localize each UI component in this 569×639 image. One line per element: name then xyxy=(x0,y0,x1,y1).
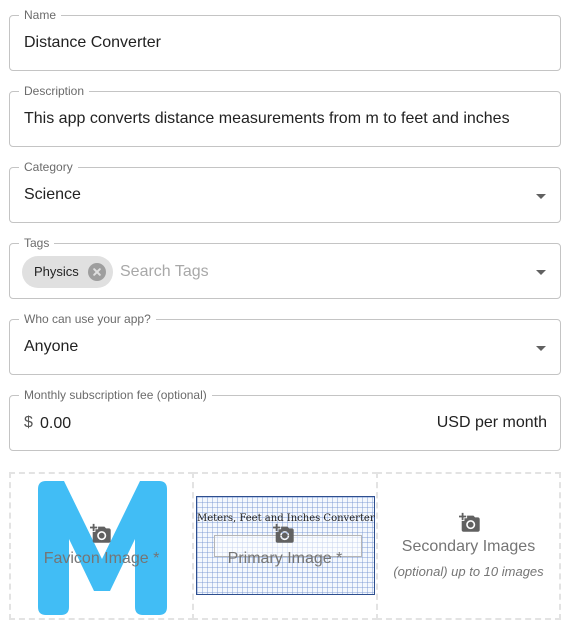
audience-select-label: Who can use your app? xyxy=(19,312,156,327)
name-field-value[interactable]: Distance Converter xyxy=(24,33,161,53)
currency-suffix: USD per month xyxy=(436,414,547,431)
subscription-fee-input[interactable] xyxy=(40,413,240,435)
audience-select-value[interactable]: Anyone xyxy=(24,337,78,357)
tag-chip-physics[interactable]: Physics xyxy=(22,256,113,288)
arrow-drop-down-icon[interactable] xyxy=(536,346,546,351)
favicon-m-logo xyxy=(38,481,167,615)
secondary-images-upload[interactable]: Secondary Images (optional) up to 10 ima… xyxy=(376,472,561,620)
favicon-image-caption: Favicon Image * xyxy=(43,550,160,567)
secondary-images-caption: Secondary Images xyxy=(401,538,536,555)
add-photo-icon xyxy=(273,523,294,543)
name-field[interactable]: Name Distance Converter xyxy=(9,8,561,71)
description-field[interactable]: Description This app converts distance m… xyxy=(9,84,561,147)
arrow-drop-down-icon[interactable] xyxy=(536,270,546,275)
arrow-drop-down-icon[interactable] xyxy=(536,194,546,199)
subscription-fee-label: Monthly subscription fee (optional) xyxy=(19,388,212,403)
add-photo-icon xyxy=(90,523,111,543)
category-select-label: Category xyxy=(19,160,78,175)
tags-field[interactable]: Tags Physics xyxy=(9,236,561,299)
favicon-image-upload[interactable]: Favicon Image * xyxy=(9,472,194,620)
category-select[interactable]: Category Science xyxy=(9,160,561,223)
description-field-value[interactable]: This app converts distance measurements … xyxy=(24,109,510,129)
search-tags-input[interactable] xyxy=(120,261,500,283)
category-select-value[interactable]: Science xyxy=(24,185,81,205)
secondary-images-subcaption: (optional) up to 10 images xyxy=(393,564,544,579)
name-field-label: Name xyxy=(19,8,62,23)
primary-image-upload[interactable]: Meters, Feet and Inches Converter Primar… xyxy=(192,472,378,620)
currency-prefix: $ xyxy=(24,414,33,431)
audience-select[interactable]: Who can use your app? Anyone xyxy=(9,312,561,375)
cancel-icon[interactable] xyxy=(88,263,106,281)
subscription-fee-field[interactable]: Monthly subscription fee (optional) $ US… xyxy=(9,388,561,451)
primary-image-caption: Primary Image * xyxy=(227,550,343,567)
tag-chip-label: Physics xyxy=(34,264,79,279)
tags-field-label: Tags xyxy=(19,236,55,251)
add-photo-icon xyxy=(459,512,480,532)
description-field-label: Description xyxy=(19,84,90,99)
